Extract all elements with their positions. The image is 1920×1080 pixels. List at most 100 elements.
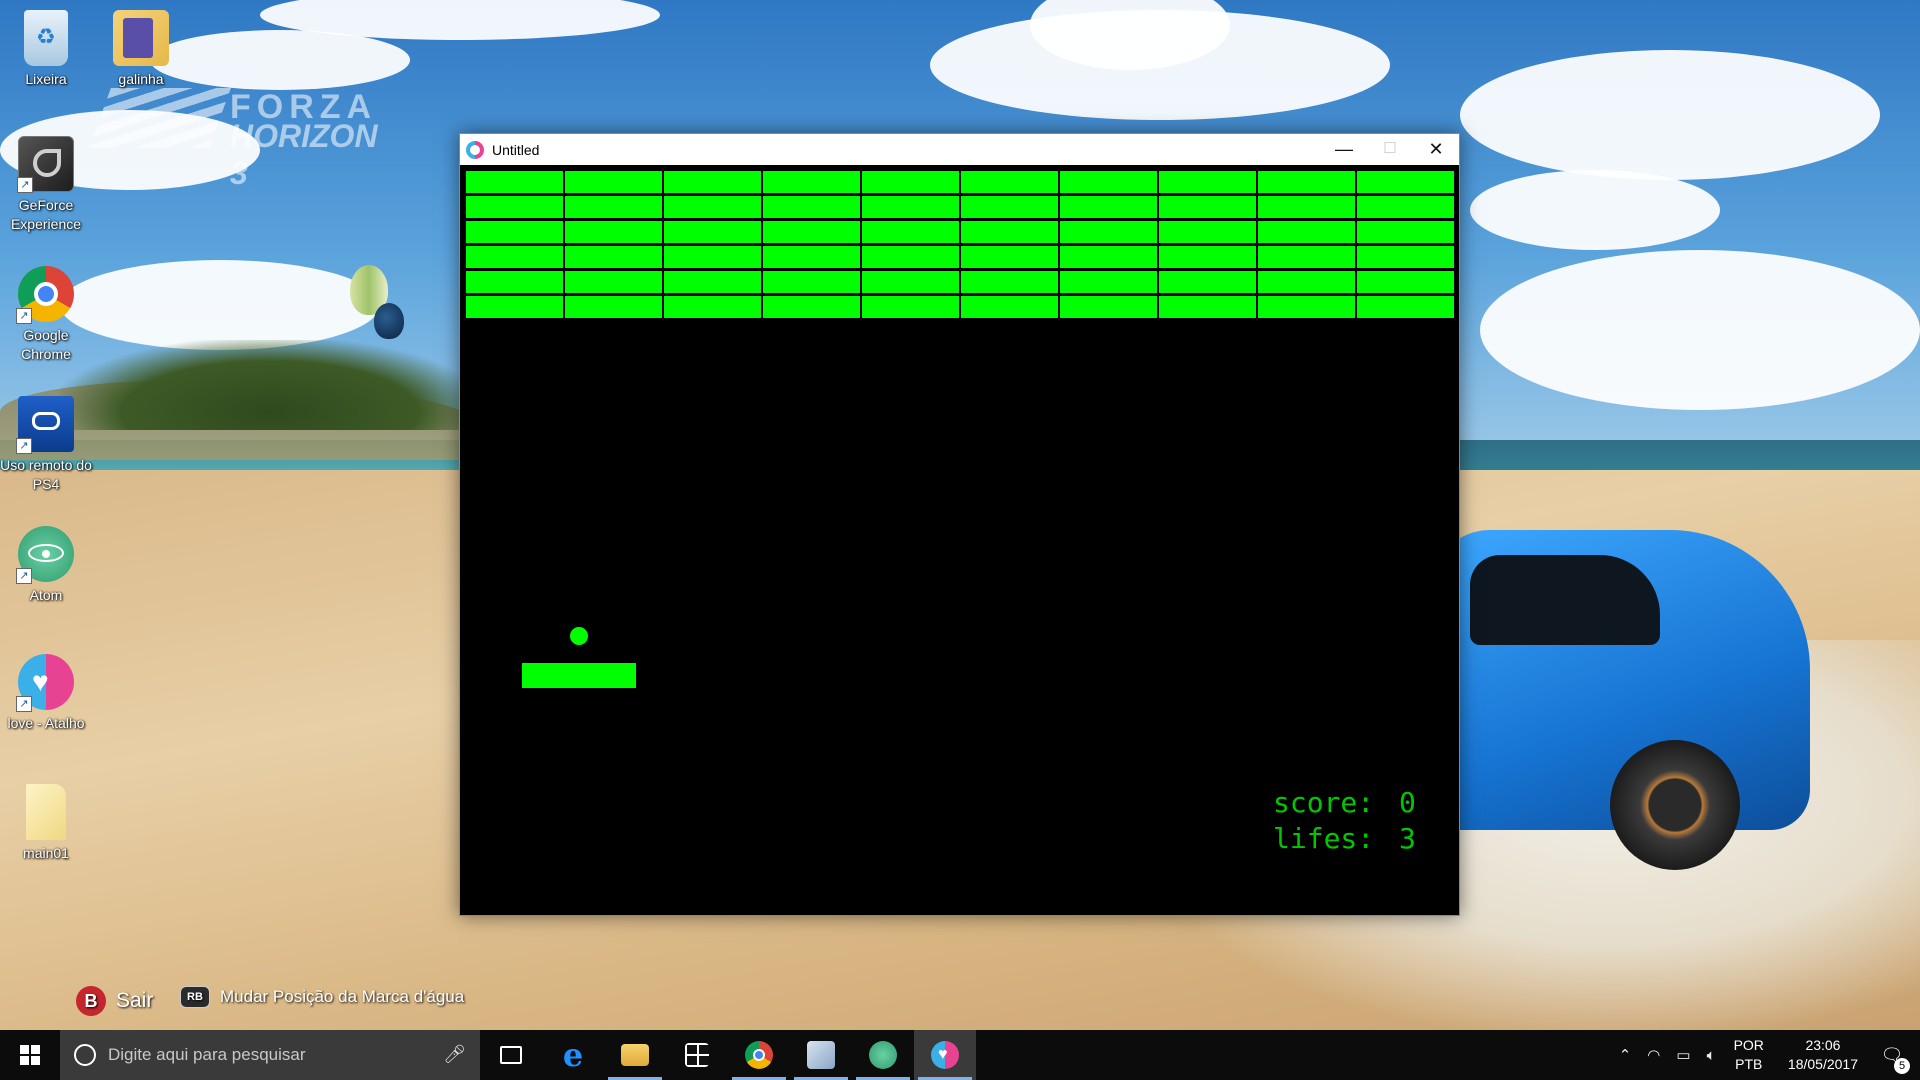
forza-horizon-watermark: FORZA HORIZON 3 xyxy=(89,88,400,191)
task-view-button[interactable] xyxy=(480,1030,542,1080)
shortcut-arrow-icon: ↗ xyxy=(16,438,32,454)
brick xyxy=(862,221,959,243)
atom-icon: ↗ xyxy=(16,526,74,584)
brick xyxy=(565,271,662,293)
brick xyxy=(466,246,563,268)
desktop-icon-chrome[interactable]: ↗ Google Chrome xyxy=(0,266,94,364)
lang-line2: PTB xyxy=(1735,1056,1763,1072)
start-button[interactable] xyxy=(0,1030,60,1080)
brick xyxy=(1357,246,1454,268)
brick xyxy=(1159,196,1256,218)
desktop-icon-main01[interactable]: main01 xyxy=(0,784,94,863)
brick xyxy=(763,221,860,243)
atom-icon xyxy=(869,1041,897,1069)
desktop-icon-label: galinha xyxy=(118,71,164,87)
wifi-icon[interactable]: ◠ xyxy=(1647,1046,1660,1064)
brick xyxy=(862,171,959,193)
volume-icon[interactable]: 🔈︎ xyxy=(1707,1047,1716,1064)
taskbar-search-box[interactable]: Digite aqui para pesquisar 🎤︎ xyxy=(60,1030,480,1080)
forza-logo-icon xyxy=(89,88,231,148)
desktop-icon-atom[interactable]: ↗ Atom xyxy=(0,526,94,605)
taskbar-photos[interactable] xyxy=(790,1030,852,1080)
brick xyxy=(862,296,959,318)
minimize-button[interactable]: — xyxy=(1321,134,1367,165)
clock[interactable]: 23:06 18/05/2017 xyxy=(1788,1036,1858,1074)
desktop-icon-geforce[interactable]: ↗ GeForce Experience xyxy=(0,136,94,234)
folder-icon xyxy=(113,10,169,66)
brick xyxy=(1357,271,1454,293)
hint-move-watermark-label: Mudar Posição da Marca d'água xyxy=(220,987,465,1006)
battery-icon[interactable]: ▭ xyxy=(1676,1046,1690,1064)
microphone-icon[interactable]: 🎤︎ xyxy=(443,1044,466,1065)
hint-exit-label: Sair xyxy=(116,989,154,1012)
brick xyxy=(466,296,563,318)
desktop-icon-label: main01 xyxy=(23,845,69,861)
desktop-icon-galinha[interactable]: galinha xyxy=(93,10,189,89)
file-explorer-icon xyxy=(621,1044,649,1066)
game-window[interactable]: Untitled — ☐ ✕ score: 0 lifes: 3 xyxy=(459,133,1460,916)
brick xyxy=(1060,271,1157,293)
brick xyxy=(565,246,662,268)
taskbar-atom[interactable] xyxy=(852,1030,914,1080)
chrome-icon: ↗ xyxy=(16,266,74,324)
brick xyxy=(664,296,761,318)
taskbar-love[interactable]: ♥ xyxy=(914,1030,976,1080)
brick xyxy=(763,296,860,318)
task-view-icon xyxy=(500,1046,522,1064)
window-titlebar[interactable]: Untitled — ☐ ✕ xyxy=(460,134,1459,165)
file-icon xyxy=(26,784,66,840)
system-tray: ⌃ ◠ ▭ 🔈︎ POR PTB 23:06 18/05/2017 🗨︎ 5 xyxy=(1611,1030,1920,1080)
desktop-icon-label: love - Atalho xyxy=(7,715,85,731)
taskbar-file-explorer[interactable] xyxy=(604,1030,666,1080)
wallpaper-cloud xyxy=(60,260,380,350)
chrome-icon xyxy=(745,1041,773,1069)
taskbar-store[interactable] xyxy=(666,1030,728,1080)
desktop-icon-love[interactable]: ♥ ↗ love - Atalho xyxy=(0,654,94,733)
desktop-icon-ps4-remote[interactable]: ↗ Uso remoto do PS4 xyxy=(0,396,94,494)
wallpaper-trees xyxy=(60,340,480,430)
shortcut-arrow-icon: ↗ xyxy=(16,308,32,324)
brick xyxy=(1060,246,1157,268)
wallpaper-cloud xyxy=(150,30,410,90)
brick xyxy=(664,246,761,268)
lang-line1: POR xyxy=(1733,1037,1764,1053)
brick xyxy=(862,271,959,293)
taskbar-edge[interactable]: e xyxy=(542,1030,604,1080)
brick xyxy=(763,171,860,193)
brick xyxy=(565,221,662,243)
windows-logo-icon xyxy=(20,1045,40,1065)
wallpaper-cloud xyxy=(1480,250,1920,410)
chevron-up-icon[interactable]: ⌃ xyxy=(1619,1046,1632,1064)
maximize-button[interactable]: ☐ xyxy=(1367,134,1413,165)
close-button[interactable]: ✕ xyxy=(1413,134,1459,165)
game-ball xyxy=(570,627,588,645)
action-center-button[interactable]: 🗨︎ 5 xyxy=(1872,1045,1912,1074)
shortcut-arrow-icon: ↗ xyxy=(16,696,32,712)
brick xyxy=(1357,221,1454,243)
desktop-icon-label: Atom xyxy=(29,587,63,603)
brick xyxy=(961,221,1058,243)
clock-date: 18/05/2017 xyxy=(1787,1056,1858,1072)
brick xyxy=(466,171,563,193)
watermark-line2: HORIZON 3 xyxy=(230,118,378,191)
b-button-icon: B xyxy=(76,986,106,1016)
geforce-icon: ↗ xyxy=(17,136,74,193)
game-canvas[interactable]: score: 0 lifes: 3 xyxy=(460,165,1459,915)
brick xyxy=(763,196,860,218)
hint-exit[interactable]: B Sair xyxy=(76,986,153,1016)
taskbar-chrome[interactable] xyxy=(728,1030,790,1080)
brick xyxy=(763,246,860,268)
brick xyxy=(466,271,563,293)
game-paddle xyxy=(522,663,636,688)
hint-move-watermark[interactable]: RB Mudar Posição da Marca d'água xyxy=(180,986,464,1008)
desktop-icon-lixeira[interactable]: ♻ Lixeira xyxy=(0,10,94,89)
desktop-icon-label: Lixeira xyxy=(25,71,67,87)
hot-air-balloon-icon xyxy=(374,303,404,339)
input-language[interactable]: POR PTB xyxy=(1734,1036,1764,1074)
recycle-bin-icon: ♻ xyxy=(24,10,68,66)
lifes-label: lifes: xyxy=(1273,822,1375,855)
brick xyxy=(961,246,1058,268)
brick xyxy=(1258,271,1355,293)
brick xyxy=(1159,246,1256,268)
shortcut-arrow-icon: ↗ xyxy=(16,568,32,584)
